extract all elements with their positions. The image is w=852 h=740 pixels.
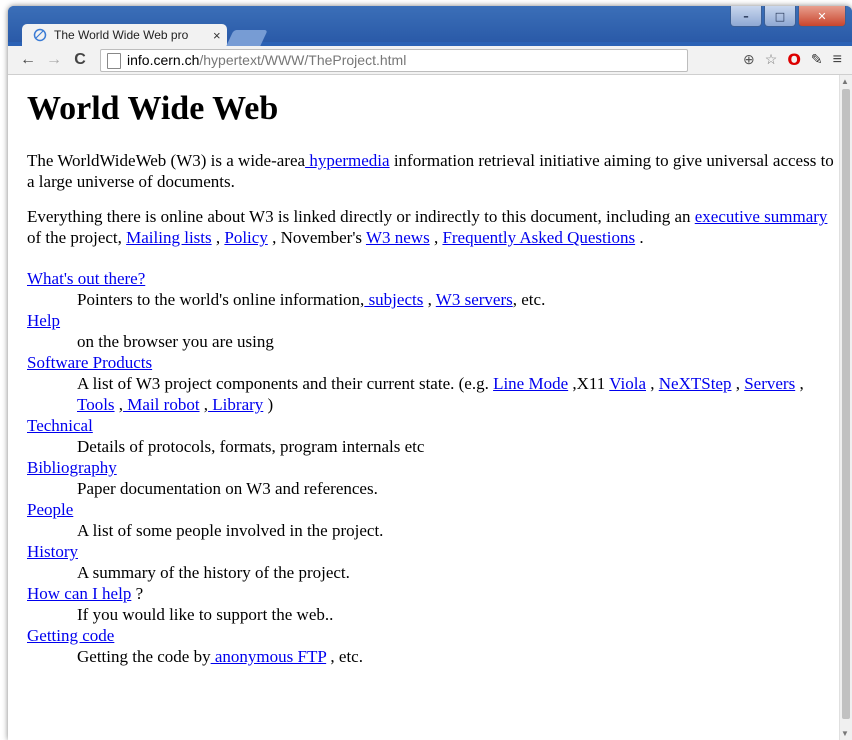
minimize-button[interactable]: – bbox=[730, 6, 762, 27]
overview-text: Everything there is online about W3 is l… bbox=[27, 207, 695, 226]
intro-text: The WorldWideWeb (W3) is a wide-area bbox=[27, 151, 306, 170]
servers-link[interactable]: Servers bbox=[744, 374, 795, 393]
intro-paragraph: The WorldWideWeb (W3) is a wide-area hyp… bbox=[27, 150, 837, 192]
separator: , bbox=[211, 228, 225, 247]
list-item-term: People bbox=[27, 499, 837, 520]
software-products-link[interactable]: Software Products bbox=[27, 353, 152, 372]
address-host: info.cern.ch bbox=[127, 52, 200, 68]
desc-text: Pointers to the world's online informati… bbox=[77, 290, 365, 309]
list-item-desc: Getting the code by anonymous FTP , etc. bbox=[77, 646, 837, 667]
nextstep-link[interactable]: NeXTStep bbox=[659, 374, 732, 393]
subjects-link[interactable]: subjects bbox=[364, 290, 424, 309]
policy-link[interactable]: Policy bbox=[224, 228, 267, 247]
list-item-desc: If you would like to support the web.. bbox=[77, 605, 334, 624]
desc-text: , etc. bbox=[512, 290, 546, 309]
browser-toolbar: ← → C info.cern.ch/hypertext/WWW/TheProj… bbox=[8, 46, 852, 75]
overview-paragraph: Everything there is online about W3 is l… bbox=[27, 206, 837, 248]
page-icon bbox=[107, 52, 121, 69]
getting-code-link[interactable]: Getting code bbox=[27, 626, 114, 645]
browser-tab[interactable]: The World Wide Web pro × bbox=[22, 24, 227, 46]
close-window-button[interactable]: ✕ bbox=[798, 6, 846, 27]
w3-news-link[interactable]: W3 news bbox=[366, 228, 430, 247]
list-item-desc: Paper documentation on W3 and references… bbox=[77, 479, 378, 498]
list-item-term: What's out there? bbox=[27, 268, 837, 289]
hypermedia-link[interactable]: hypermedia bbox=[305, 151, 389, 170]
list-item-desc: A summary of the history of the project. bbox=[77, 563, 350, 582]
separator: , bbox=[199, 395, 209, 414]
desc-text: Getting the code by bbox=[77, 647, 211, 666]
forward-button[interactable]: → bbox=[44, 50, 64, 70]
question-mark: ? bbox=[131, 584, 144, 603]
separator: , bbox=[114, 395, 124, 414]
mailing-lists-link[interactable]: Mailing lists bbox=[126, 228, 211, 247]
desc-text: A list of W3 project components and thei… bbox=[77, 374, 494, 393]
viola-link[interactable]: Viola bbox=[609, 374, 646, 393]
separator: , bbox=[423, 290, 436, 309]
list-item-term: Getting code bbox=[27, 625, 837, 646]
separator: , bbox=[429, 228, 443, 247]
back-button[interactable]: ← bbox=[18, 50, 38, 70]
list-item-term: History bbox=[27, 541, 837, 562]
tab-close-icon[interactable]: × bbox=[213, 28, 221, 43]
list-item-term: Software Products bbox=[27, 352, 837, 373]
list-item-term: Technical bbox=[27, 415, 837, 436]
new-tab-button[interactable] bbox=[226, 30, 268, 46]
address-bar[interactable]: info.cern.ch/hypertext/WWW/TheProject.ht… bbox=[100, 49, 688, 72]
technical-link[interactable]: Technical bbox=[27, 416, 93, 435]
history-link[interactable]: History bbox=[27, 542, 78, 561]
separator: , bbox=[731, 374, 745, 393]
reload-button[interactable]: C bbox=[70, 50, 90, 70]
page-viewport: World Wide Web The WorldWideWeb (W3) is … bbox=[8, 75, 840, 740]
tools-link[interactable]: Tools bbox=[77, 395, 115, 414]
list-item-term: Help bbox=[27, 310, 837, 331]
list-item-term: How can I help ? bbox=[27, 583, 837, 604]
browser-window: The World Wide Web pro × – □ ✕ ← → C inf… bbox=[8, 6, 852, 740]
page-content: World Wide Web The WorldWideWeb (W3) is … bbox=[27, 77, 837, 667]
bookmark-star-icon[interactable]: ☆ bbox=[765, 51, 778, 68]
toolbar-icons: ⊕ ☆ O ✎ ≡ bbox=[743, 50, 842, 69]
how-can-i-help-link[interactable]: How can I help bbox=[27, 584, 131, 603]
executive-summary-link[interactable]: executive summary bbox=[695, 207, 828, 226]
desc-text: , etc. bbox=[326, 647, 363, 666]
whats-out-there-link[interactable]: What's out there? bbox=[27, 269, 145, 288]
mail-robot-link[interactable]: Mail robot bbox=[123, 395, 199, 414]
globe-favicon-icon bbox=[32, 27, 48, 43]
scroll-down-icon[interactable]: ▼ bbox=[841, 729, 849, 738]
faq-link[interactable]: Frequently Asked Questions bbox=[442, 228, 635, 247]
separator: , bbox=[646, 374, 659, 393]
period: . bbox=[635, 228, 644, 247]
scroll-up-icon[interactable]: ▲ bbox=[841, 77, 849, 86]
zoom-icon[interactable]: ⊕ bbox=[743, 51, 755, 68]
eyedropper-icon[interactable]: ✎ bbox=[811, 51, 823, 68]
overview-text-3: , November's bbox=[267, 228, 366, 247]
list-item-desc: A list of W3 project components and thei… bbox=[77, 373, 837, 415]
help-link[interactable]: Help bbox=[27, 311, 60, 330]
topics-list: What's out there? Pointers to the world'… bbox=[27, 268, 837, 667]
menu-icon[interactable]: ≡ bbox=[833, 51, 842, 69]
tab-title: The World Wide Web pro bbox=[54, 28, 189, 42]
anonymous-ftp-link[interactable]: anonymous FTP bbox=[211, 647, 326, 666]
address-path: /hypertext/WWW/TheProject.html bbox=[199, 52, 407, 68]
scrollbar-thumb[interactable] bbox=[842, 89, 850, 719]
list-item-desc: A list of some people involved in the pr… bbox=[77, 521, 384, 540]
desc-text: ,X11 bbox=[568, 374, 610, 393]
maximize-button[interactable]: □ bbox=[764, 6, 796, 27]
list-item-desc: Details of protocols, formats, program i… bbox=[77, 437, 425, 456]
separator: , bbox=[795, 374, 804, 393]
list-item-desc: on the browser you are using bbox=[77, 332, 274, 351]
opera-extension-icon[interactable]: O bbox=[787, 50, 801, 69]
library-link[interactable]: Library bbox=[208, 395, 263, 414]
bibliography-link[interactable]: Bibliography bbox=[27, 458, 117, 477]
line-mode-link[interactable]: Line Mode bbox=[493, 374, 568, 393]
list-item-term: Bibliography bbox=[27, 457, 837, 478]
title-bar: The World Wide Web pro × – □ ✕ bbox=[8, 6, 852, 46]
page-title: World Wide Web bbox=[27, 90, 279, 127]
window-controls: – □ ✕ bbox=[730, 6, 846, 27]
overview-text-2: of the project, bbox=[27, 228, 127, 247]
w3-servers-link[interactable]: W3 servers bbox=[436, 290, 513, 309]
people-link[interactable]: People bbox=[27, 500, 73, 519]
vertical-scrollbar[interactable]: ▲ ▼ bbox=[839, 75, 852, 740]
desc-text: ) bbox=[263, 395, 274, 414]
list-item-desc: Pointers to the world's online informati… bbox=[77, 289, 837, 310]
